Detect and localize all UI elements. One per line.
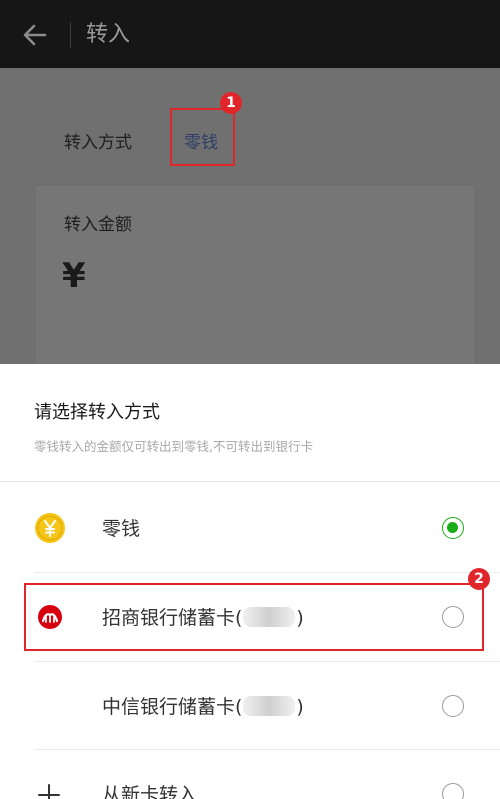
transfer-in-screen: 转入 转入方式 零钱 1 转入金额 ¥ 请选择转入方式 零钱转入的金额仅可转出到… bbox=[0, 0, 500, 799]
method-label: 转入方式 bbox=[64, 133, 132, 153]
option-new-card[interactable]: 从新卡转入 bbox=[0, 750, 500, 799]
radio-unselected[interactable] bbox=[442, 695, 464, 717]
wallet-coin-icon bbox=[35, 513, 65, 543]
highlight-box-cmb-option bbox=[24, 583, 484, 651]
radio-selected[interactable] bbox=[442, 517, 464, 539]
sheet-subtitle: 零钱转入的金额仅可转出到零钱,不可转出到银行卡 bbox=[34, 439, 313, 454]
select-method-sheet: 请选择转入方式 零钱转入的金额仅可转出到零钱,不可转出到银行卡 零钱 招商银行储… bbox=[0, 364, 500, 799]
amount-label: 转入金额 bbox=[64, 215, 132, 235]
top-bar: 转入 bbox=[0, 0, 500, 68]
step-badge-2: 2 bbox=[468, 568, 490, 590]
masked-card-number bbox=[243, 696, 296, 716]
plus-icon bbox=[38, 784, 60, 799]
currency-symbol: ¥ bbox=[62, 256, 86, 296]
option-label: 从新卡转入 bbox=[102, 784, 198, 799]
method-value-link[interactable]: 零钱 bbox=[184, 128, 218, 153]
sheet-divider bbox=[0, 481, 500, 482]
step-badge-1: 1 bbox=[220, 92, 242, 114]
option-label: 零钱 bbox=[102, 518, 141, 540]
option-label: 中信银行储蓄卡() bbox=[102, 696, 304, 718]
dimmed-page-content: 转入方式 零钱 1 转入金额 ¥ bbox=[0, 68, 500, 364]
page-title: 转入 bbox=[86, 22, 131, 47]
sheet-title: 请选择转入方式 bbox=[34, 402, 160, 423]
option-change-wallet[interactable]: 零钱 bbox=[0, 484, 500, 572]
option-citic-debit-card[interactable]: 中信银行储蓄卡() bbox=[0, 662, 500, 750]
back-button[interactable] bbox=[18, 18, 52, 52]
title-divider bbox=[70, 22, 71, 48]
amount-card: 转入金额 ¥ bbox=[36, 186, 474, 364]
back-arrow-icon bbox=[23, 24, 47, 46]
radio-unselected[interactable] bbox=[442, 783, 464, 799]
